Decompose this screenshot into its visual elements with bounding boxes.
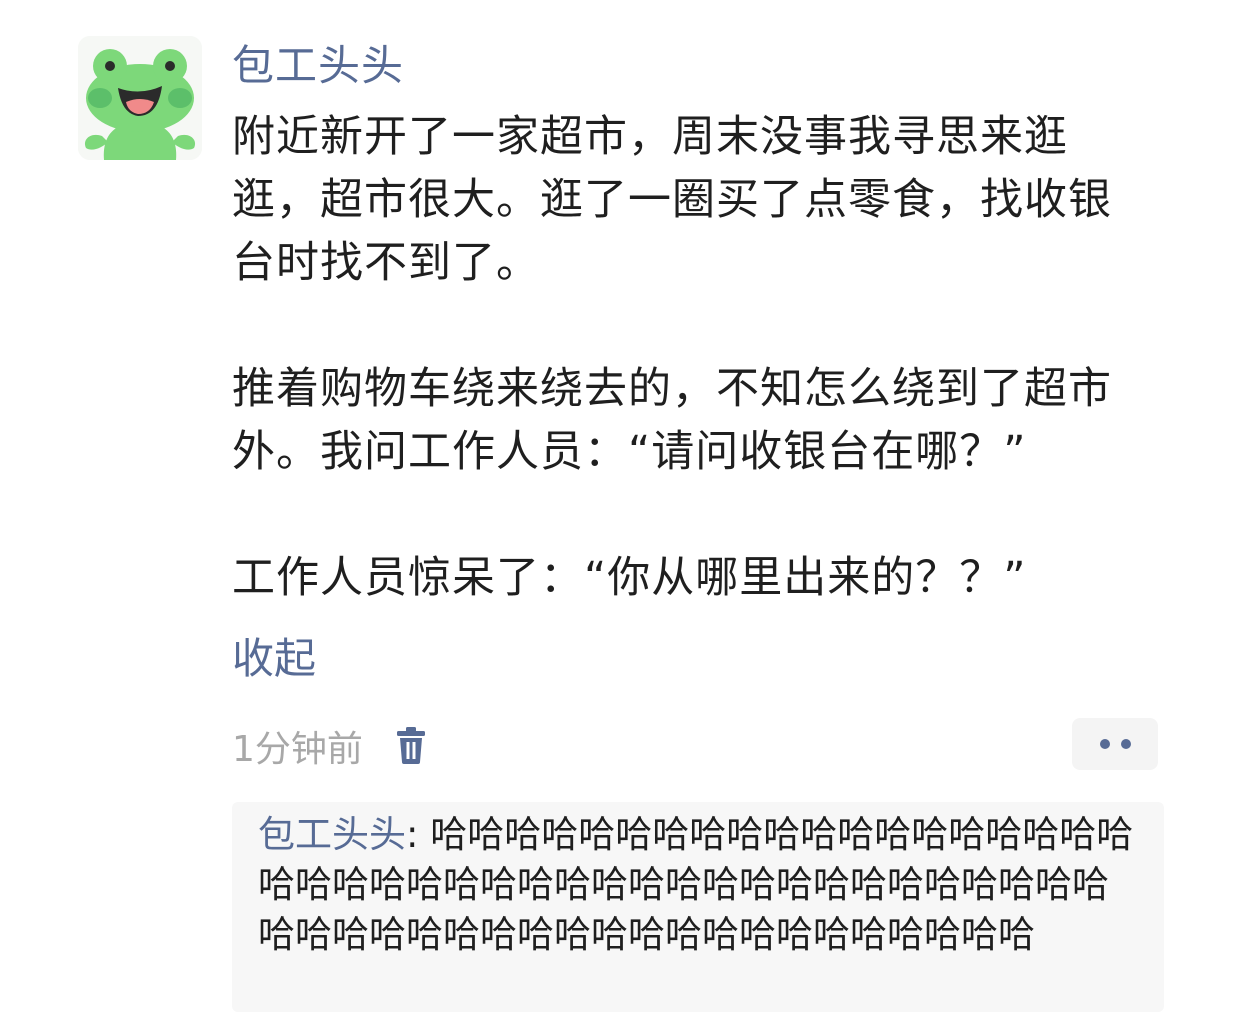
post-paragraph: 工作人员惊呆了：“你从哪里出来的？？” (232, 553, 1027, 603)
more-button[interactable] (1072, 718, 1158, 770)
comment-separator: : (406, 813, 431, 856)
post-paragraph: 附近新开了一家超市，周末没事我寻思来逛逛，超市很大。逛了一圈买了点零食，找收银台… (232, 112, 1112, 288)
collapse-link[interactable]: 收起 (232, 630, 316, 688)
post-author-name[interactable]: 包工头头 (232, 38, 404, 94)
trash-icon (396, 727, 425, 764)
post-content: 附近新开了一家超市，周末没事我寻思来逛逛，超市很大。逛了一圈买了点零食，找收银台… (232, 106, 1132, 610)
more-dots-icon (1120, 739, 1131, 749)
comment-author[interactable]: 包工头头 (258, 813, 406, 856)
post-timestamp: 1分钟前 (232, 729, 363, 770)
avatar[interactable] (78, 36, 202, 160)
frog-avatar-icon (78, 36, 202, 160)
delete-button[interactable] (393, 726, 429, 766)
comment-item[interactable]: 包工头头: 哈哈哈哈哈哈哈哈哈哈哈哈哈哈哈哈哈哈哈哈哈哈哈哈哈哈哈哈哈哈哈哈哈哈… (258, 810, 1138, 960)
post-paragraph: 推着购物车绕来绕去的，不知怎么绕到了超市外。我问工作人员：“请问收银台在哪？” (232, 364, 1112, 477)
comment-section: 包工头头: 哈哈哈哈哈哈哈哈哈哈哈哈哈哈哈哈哈哈哈哈哈哈哈哈哈哈哈哈哈哈哈哈哈哈… (232, 802, 1164, 1012)
post-meta-row: 1分钟前 (232, 718, 429, 774)
moments-post: 包工头头 附近新开了一家超市，周末没事我寻思来逛逛，超市很大。逛了一圈买了点零食… (0, 0, 1242, 1016)
more-dots-icon (1099, 739, 1110, 749)
